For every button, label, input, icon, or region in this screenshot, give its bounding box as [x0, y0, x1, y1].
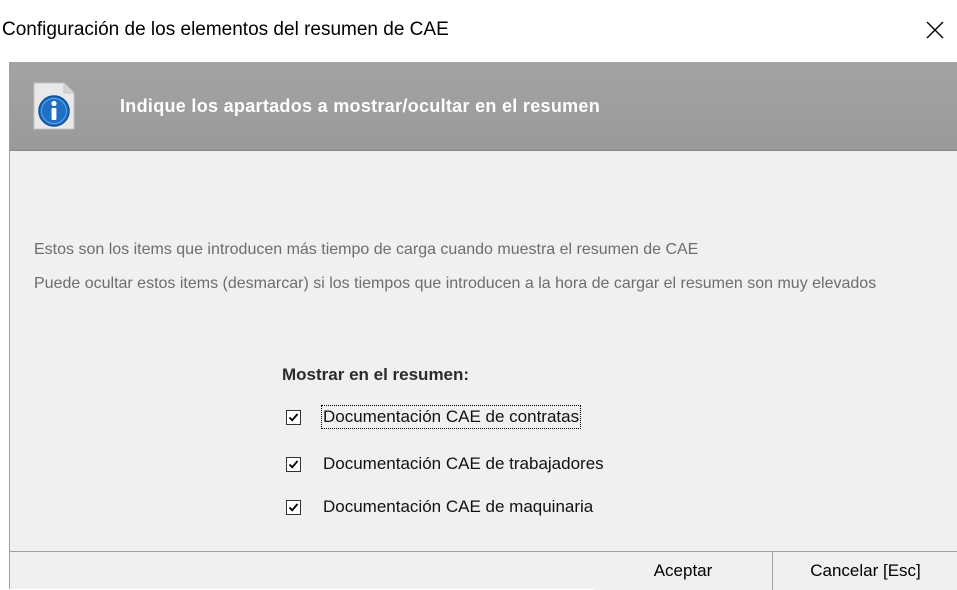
checkmark-icon: [288, 502, 299, 512]
checkbox-label-contratas[interactable]: Documentación CAE de contratas: [320, 405, 582, 429]
button-bar: Aceptar Cancelar [Esc]: [10, 551, 957, 590]
checkbox-row-contratas[interactable]: Documentación CAE de contratas: [286, 405, 582, 429]
description-line-1: Estos son los items que introducen más t…: [34, 241, 699, 258]
checkbox-maquinaria[interactable]: [286, 499, 301, 515]
title-bar: Configuración de los elementos del resum…: [0, 0, 957, 62]
checkbox-contratas[interactable]: [286, 409, 301, 425]
checkbox-trabajadores[interactable]: [286, 456, 301, 472]
checkbox-row-maquinaria[interactable]: Documentación CAE de maquinaria: [286, 496, 593, 518]
header-title: Indique los apartados a mostrar/ocultar …: [120, 96, 601, 116]
cancel-button[interactable]: Cancelar [Esc]: [773, 552, 957, 590]
dialog-body: Indique los apartados a mostrar/ocultar …: [9, 62, 957, 590]
content-area: Estos son los items que introducen más t…: [10, 151, 957, 551]
dialog-window: Configuración de los elementos del resum…: [0, 0, 957, 590]
checkbox-row-trabajadores[interactable]: Documentación CAE de trabajadores: [286, 453, 604, 475]
checkmark-icon: [288, 412, 299, 422]
description-line-2: Puede ocultar estos items (desmarcar) si…: [34, 275, 877, 292]
checkbox-label-maquinaria[interactable]: Documentación CAE de maquinaria: [323, 497, 593, 517]
header-banner: Indique los apartados a mostrar/ocultar …: [10, 62, 957, 151]
group-title: Mostrar en el resumen:: [282, 365, 470, 384]
close-icon: [926, 21, 944, 39]
info-icon: [33, 82, 75, 130]
checkbox-label-trabajadores[interactable]: Documentación CAE de trabajadores: [323, 454, 604, 474]
close-button[interactable]: [913, 8, 957, 52]
checkmark-icon: [288, 459, 299, 469]
window-title: Configuración de los elementos del resum…: [2, 19, 449, 40]
accept-button[interactable]: Aceptar: [594, 552, 773, 590]
